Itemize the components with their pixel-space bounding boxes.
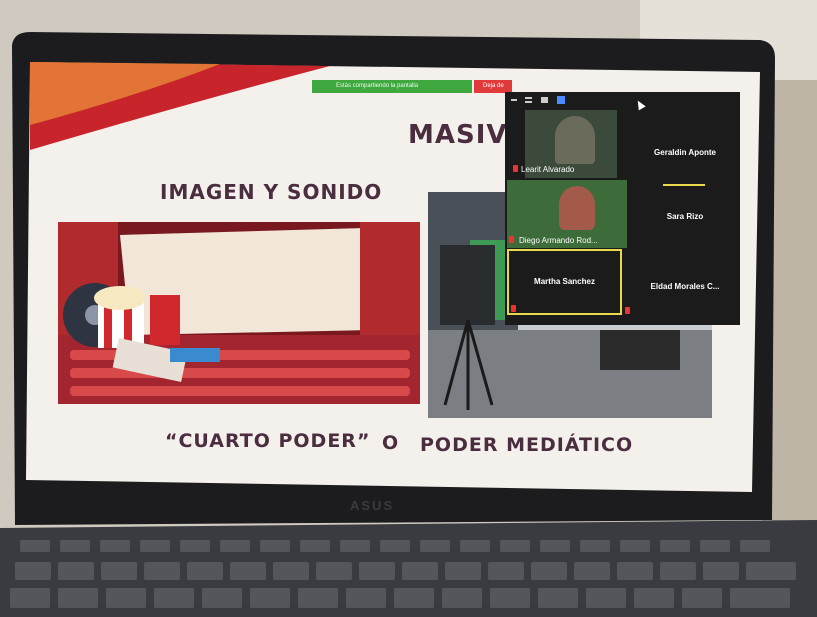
slide-bottom-left: “CUARTO PODER” (165, 430, 371, 452)
list-view-icon[interactable] (525, 97, 532, 103)
participant-video (559, 186, 595, 230)
participant-tile-6-name[interactable]: Eldad Morales C... (635, 282, 735, 291)
mic-muted-icon (513, 165, 518, 172)
mic-muted-icon (509, 236, 514, 243)
slide-left-heading: IMAGEN Y SONIDO (160, 180, 383, 204)
participant-video (555, 116, 595, 164)
participant-tile-4-name[interactable]: Sara Rizo (635, 212, 735, 221)
panel-toolbar (511, 96, 571, 104)
speaking-indicator (663, 184, 705, 186)
laptop-brand-logo: ASUS (350, 498, 395, 513)
screen-share-bar[interactable]: Estás compartiendo la pantalla (312, 80, 472, 93)
participant-tile-3[interactable]: Diego Armando Rod... (507, 180, 627, 248)
participant-name: Learit Alvarado (521, 165, 575, 174)
speaker-view-icon[interactable] (541, 97, 548, 103)
gallery-view-icon[interactable] (557, 96, 565, 104)
participant-name: Martha Sanchez (534, 277, 595, 286)
mic-muted-icon (511, 305, 516, 312)
minimize-icon[interactable] (511, 99, 517, 101)
participant-tile-1[interactable]: Learit Alvarado (513, 110, 617, 178)
participant-tile-5[interactable]: Martha Sanchez (507, 249, 622, 315)
slide-bottom-mid: O (382, 432, 400, 454)
participant-tile-2-name[interactable]: Geraldin Aponte (635, 148, 735, 157)
mic-muted-icon (625, 307, 630, 314)
zoom-participant-panel: Learit Alvarado Geraldin Aponte Diego Ar… (505, 92, 740, 325)
slide-bottom-right: PODER MEDIÁTICO (420, 434, 634, 456)
cinema-illustration (58, 222, 420, 404)
participant-name: Diego Armando Rod... (519, 236, 598, 245)
